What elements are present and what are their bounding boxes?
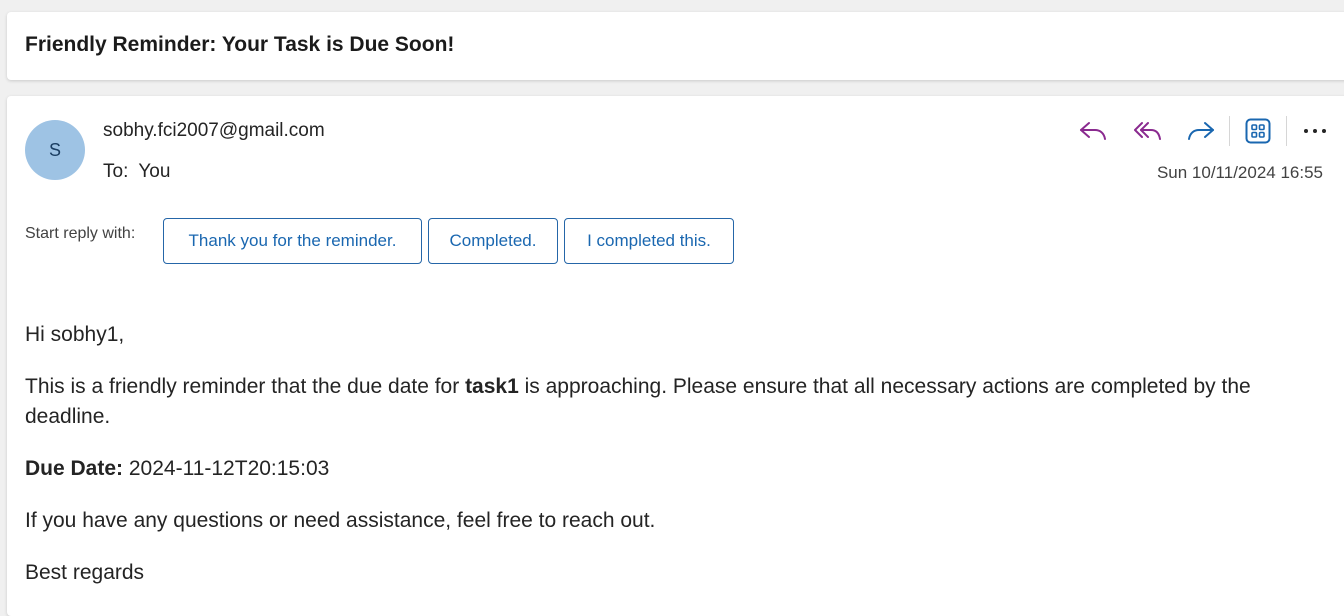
avatar[interactable]: S <box>25 120 85 180</box>
toolbar-divider <box>1229 116 1230 146</box>
reply-button[interactable] <box>1075 113 1111 149</box>
subject-title: Friendly Reminder: Your Task is Due Soon… <box>25 33 455 56</box>
received-date: Sun 10/11/2024 16:55 <box>1156 163 1323 182</box>
body-paragraph: This is a friendly reminder that the due… <box>25 372 1335 432</box>
suggested-reply-button[interactable]: Thank you for the reminder. <box>163 218 422 264</box>
recipient-line: To: You <box>103 161 170 183</box>
message-body: Hi sobhy1, This is a friendly reminder t… <box>25 320 1335 610</box>
task-name: task1 <box>465 375 519 398</box>
due-date-value: 2024-11-12T20:15:03 <box>128 457 330 480</box>
to-label: To: <box>103 161 129 182</box>
message-pane: S sobhy.fci2007@gmail.com To: You Sun 10… <box>7 96 1344 616</box>
apps-button[interactable] <box>1240 113 1276 149</box>
forward-button[interactable] <box>1183 113 1219 149</box>
body-text: This is a friendly reminder that the due… <box>25 375 466 398</box>
avatar-initial: S <box>48 139 61 160</box>
forward-icon <box>1188 122 1214 140</box>
reply-all-button[interactable] <box>1129 113 1165 149</box>
subject-header: Friendly Reminder: Your Task is Due Soon… <box>7 12 1344 80</box>
suggested-reply-button[interactable]: Completed. <box>428 218 558 264</box>
toolbar-divider <box>1286 116 1287 146</box>
closing: Best regards <box>25 561 145 584</box>
suggested-reply-button[interactable]: I completed this. <box>564 218 734 264</box>
reply-icon <box>1080 122 1106 140</box>
reply-all-icon <box>1134 122 1161 140</box>
suggested-replies-label: Start reply with: <box>25 225 136 242</box>
due-date-label: Due Date: <box>25 457 124 480</box>
more-actions-button[interactable] <box>1297 113 1333 149</box>
body-paragraph: If you have any questions or need assist… <box>25 509 656 532</box>
greeting: Hi sobhy1, <box>25 323 125 346</box>
recipient-value[interactable]: You <box>138 161 170 182</box>
due-date-line: Due Date: 2024-11-12T20:15:03 <box>25 454 1335 484</box>
sender-address[interactable]: sobhy.fci2007@gmail.com <box>103 120 325 142</box>
apps-icon <box>1245 118 1271 144</box>
message-toolbar <box>1075 113 1344 149</box>
more-icon <box>1304 129 1326 133</box>
